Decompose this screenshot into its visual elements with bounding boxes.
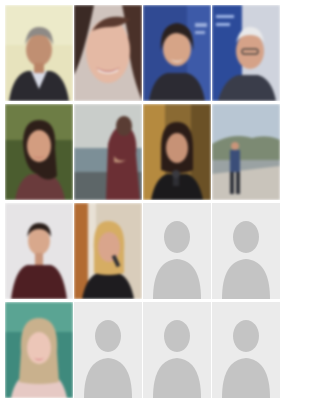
member-avatar-12[interactable] [212, 203, 280, 299]
member-avatar-3[interactable] [143, 5, 211, 101]
member-photo [5, 104, 73, 200]
member-photo [212, 104, 280, 200]
member-photo [143, 5, 211, 101]
member-avatar-5[interactable] [5, 104, 73, 200]
member-avatar-15[interactable] [143, 302, 211, 398]
default-avatar-icon [143, 302, 211, 398]
member-avatar-7[interactable] [143, 104, 211, 200]
member-photo [74, 104, 142, 200]
member-avatar-13[interactable] [5, 302, 73, 398]
member-photo [143, 104, 211, 200]
default-avatar-icon [143, 203, 211, 299]
member-avatar-8[interactable] [212, 104, 280, 200]
member-avatar-6[interactable] [74, 104, 142, 200]
member-avatar-grid [5, 5, 280, 398]
member-avatar-11[interactable] [143, 203, 211, 299]
member-avatar-2[interactable] [74, 5, 142, 101]
member-avatar-16[interactable] [212, 302, 280, 398]
member-photo [5, 203, 73, 299]
member-avatar-9[interactable] [5, 203, 73, 299]
member-avatar-10[interactable] [74, 203, 142, 299]
member-photo [74, 203, 142, 299]
member-avatar-4[interactable] [212, 5, 280, 101]
member-avatar-1[interactable] [5, 5, 73, 101]
member-photo [5, 302, 73, 398]
member-photo [212, 5, 280, 101]
member-photo [74, 5, 142, 101]
default-avatar-icon [212, 203, 280, 299]
default-avatar-icon [74, 302, 142, 398]
default-avatar-icon [212, 302, 280, 398]
member-photo [5, 5, 73, 101]
member-avatar-14[interactable] [74, 302, 142, 398]
